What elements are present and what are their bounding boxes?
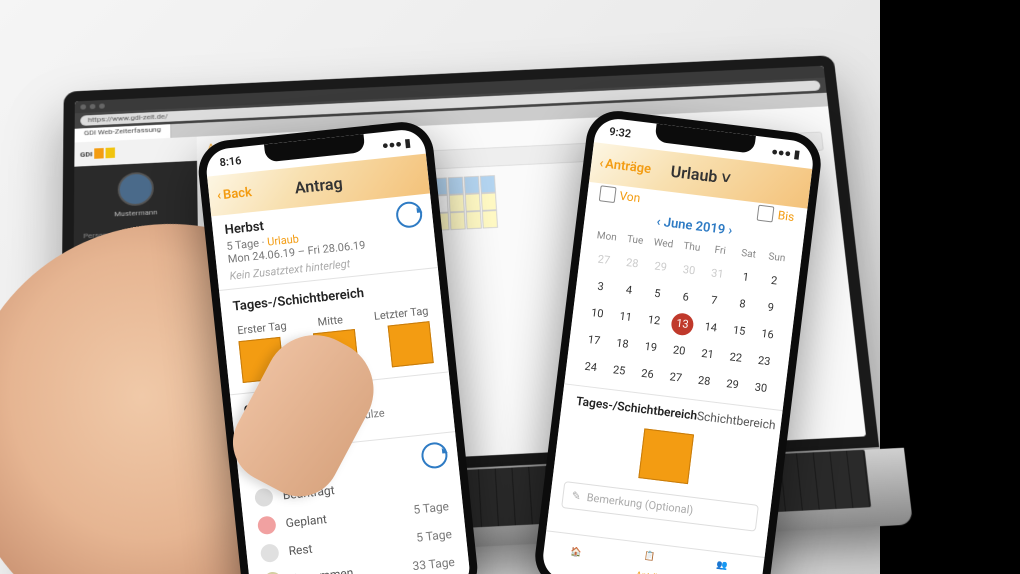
screen-title[interactable]: Urlaub ˅ — [670, 162, 732, 189]
calendar-day[interactable]: 4 — [613, 275, 645, 305]
calendar-day[interactable]: 18 — [607, 328, 639, 358]
calendar-day[interactable]: 30 — [745, 373, 777, 403]
calendar-day[interactable]: 19 — [635, 332, 667, 362]
calendar-day[interactable]: 23 — [748, 346, 780, 376]
status-dot-icon — [257, 515, 277, 535]
calendar-day[interactable]: 12 — [638, 305, 670, 335]
calendar-day[interactable]: 27 — [660, 362, 692, 392]
avatar[interactable] — [118, 172, 154, 207]
calendar-day[interactable]: 29 — [717, 369, 749, 399]
calendar-day[interactable]: 22 — [720, 342, 752, 372]
calendar-day[interactable]: 14 — [695, 312, 727, 342]
calendar-day[interactable]: 26 — [632, 359, 664, 389]
calendar-day[interactable]: 15 — [723, 316, 755, 346]
calendar-day[interactable]: 3 — [585, 271, 617, 301]
calendar-day[interactable]: 10 — [582, 298, 614, 328]
note-icon: ✎ — [571, 489, 582, 503]
calendar-day[interactable]: 24 — [575, 352, 607, 382]
calendar-day[interactable]: 8 — [727, 289, 759, 319]
back-button[interactable]: ‹ Back — [216, 185, 252, 204]
shift-box[interactable] — [638, 428, 694, 484]
status-dot-icon — [260, 543, 280, 563]
calendar-day[interactable]: 17 — [578, 325, 610, 355]
calendar-day[interactable]: 28 — [688, 366, 720, 396]
calendar-icon — [599, 185, 617, 203]
calendar-day[interactable]: 1 — [730, 262, 762, 292]
calendar-icon — [757, 205, 775, 223]
calendar-day[interactable]: 13 — [667, 309, 699, 339]
calendar-day[interactable]: 6 — [670, 282, 702, 312]
calendar-grid[interactable]: 2728293031123456789101112131415161718192… — [565, 243, 800, 404]
status-dot-icon — [254, 488, 274, 508]
shift-box-last[interactable] — [388, 321, 434, 367]
shift-label: Schichtbereich — [696, 409, 776, 433]
back-button[interactable]: ‹ Anträge — [599, 156, 652, 177]
screen-title: Antrag — [294, 173, 344, 197]
calendar-day[interactable]: 21 — [692, 339, 724, 369]
calendar-day[interactable]: 20 — [663, 335, 695, 365]
calendar-day[interactable]: 2 — [758, 265, 790, 295]
calendar-day[interactable]: 9 — [755, 292, 787, 322]
to-field[interactable]: Bis — [757, 205, 795, 225]
user-name: Mustermann — [114, 208, 157, 218]
tab-home[interactable]: 🏠 — [541, 531, 619, 574]
calendar-day[interactable]: 11 — [610, 302, 642, 332]
calendar-day[interactable]: 25 — [603, 355, 635, 385]
calendar-day[interactable]: 16 — [752, 319, 784, 349]
calendar-day[interactable]: 7 — [698, 285, 730, 315]
calendar-day[interactable]: 5 — [642, 278, 674, 308]
